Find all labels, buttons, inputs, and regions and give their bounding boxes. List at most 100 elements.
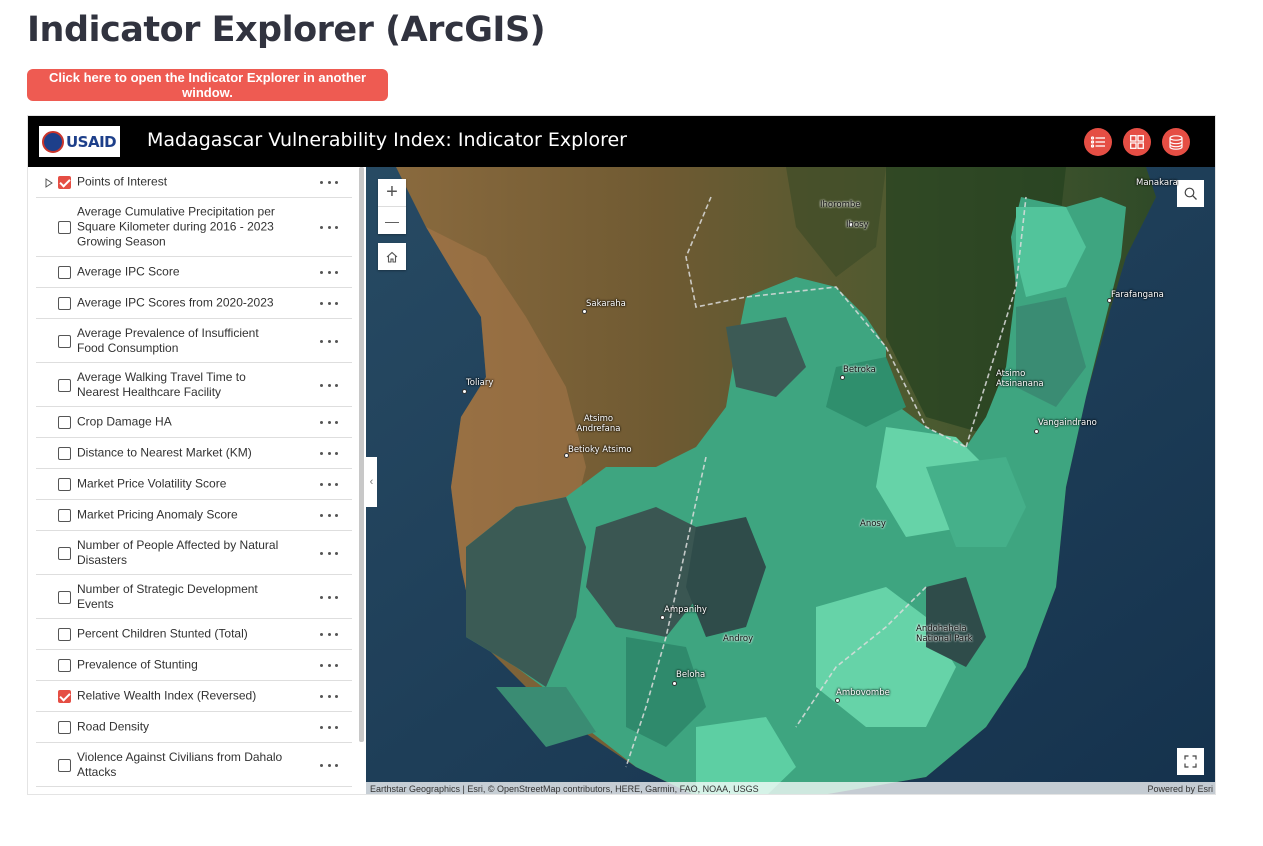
layer-options-menu-icon[interactable]	[320, 222, 338, 234]
layer-label: Average IPC Score	[77, 264, 180, 279]
powered-by-esri[interactable]: Powered by Esri	[1147, 784, 1213, 794]
search-button[interactable]	[1177, 180, 1204, 207]
layer-options-menu-icon[interactable]	[320, 298, 338, 310]
layer-row[interactable]: Road Density	[36, 712, 352, 743]
layer-list-scrollbar[interactable]	[359, 167, 364, 742]
layer-options-menu-icon[interactable]	[320, 479, 338, 491]
layer-options-menu-icon[interactable]	[320, 379, 338, 391]
page-title: Indicator Explorer (ArcGIS)	[27, 10, 546, 50]
layer-row[interactable]: Average Prevalence of Insufficient Food …	[36, 319, 352, 363]
layer-label: Crop Damage HA	[77, 414, 172, 429]
layer-row[interactable]: Prevalence of Stunting	[36, 650, 352, 681]
layer-visibility-checkbox[interactable]	[58, 176, 71, 189]
layer-visibility-checkbox[interactable]	[58, 590, 71, 604]
place-label: Betroka	[843, 365, 876, 375]
grid-icon	[1130, 135, 1144, 149]
map-imagery	[366, 167, 1215, 794]
layer-row[interactable]: Average IPC Score	[36, 257, 352, 288]
zoom-controls: + —	[378, 179, 406, 234]
layer-visibility-checkbox[interactable]	[58, 628, 71, 641]
attribution-text[interactable]: Earthstar Geographics | Esri, © OpenStre…	[370, 784, 759, 794]
layer-label: Average Prevalence of Insufficient Food …	[77, 325, 259, 355]
place-label: Beloha	[676, 670, 706, 680]
layer-list-button[interactable]	[1084, 128, 1112, 156]
layer-options-menu-icon[interactable]	[320, 177, 338, 189]
layer-visibility-checkbox[interactable]	[58, 546, 71, 560]
layer-options-menu-icon[interactable]	[320, 691, 338, 703]
layer-row[interactable]: Violence Against Civilians from Dahalo A…	[36, 743, 352, 787]
layer-options-menu-icon[interactable]	[320, 759, 338, 771]
place-label: Ambovombe	[836, 688, 890, 698]
layer-label: Number of Strategic Development Events	[77, 581, 258, 611]
layer-visibility-checkbox[interactable]	[58, 266, 71, 279]
list-icon	[1091, 136, 1105, 148]
layer-label: Market Price Volatility Score	[77, 476, 227, 491]
home-button[interactable]	[378, 243, 406, 270]
collapse-panel-button[interactable]: ‹	[366, 457, 377, 507]
arcgis-app: USAID Madagascar Vulnerability Index: In…	[27, 115, 1216, 795]
layer-row[interactable]: Number of Strategic Development Events	[36, 575, 352, 619]
layer-visibility-checkbox[interactable]	[58, 659, 71, 672]
layer-options-menu-icon[interactable]	[320, 547, 338, 559]
place-marker	[672, 681, 677, 686]
layer-options-menu-icon[interactable]	[320, 629, 338, 641]
place-label: Farafangana	[1111, 290, 1164, 300]
layer-row[interactable]: Market Price Volatility Score	[36, 469, 352, 500]
layer-label: Average Walking Travel Time to Nearest H…	[77, 369, 246, 399]
usaid-seal-icon	[42, 130, 64, 153]
layer-visibility-checkbox[interactable]	[58, 416, 71, 429]
place-label: Atsimo Andrefana	[576, 414, 621, 434]
usaid-logo: USAID	[39, 126, 120, 157]
layer-row[interactable]: Average IPC Scores from 2020-2023	[36, 288, 352, 319]
layer-row[interactable]: Points of Interest	[36, 167, 352, 198]
layer-row[interactable]: Average Cumulative Precipitation per Squ…	[36, 198, 352, 257]
expand-caret-icon[interactable]	[44, 177, 54, 188]
layer-label: Distance to Nearest Market (KM)	[77, 445, 252, 460]
layer-label: Percent Children Stunted (Total)	[77, 626, 248, 641]
layer-options-menu-icon[interactable]	[320, 591, 338, 603]
layer-visibility-checkbox[interactable]	[58, 297, 71, 310]
layer-label: Number of People Affected by Natural Dis…	[77, 537, 279, 567]
layer-visibility-checkbox[interactable]	[58, 721, 71, 734]
layer-list-panel: Points of Interest Average Cumulative Pre…	[28, 167, 365, 794]
layer-visibility-checkbox[interactable]	[58, 758, 71, 772]
map-view[interactable]: ‹ + — Manakara Ihorombe Ihosy Sakaraha F…	[366, 167, 1215, 794]
layer-visibility-checkbox[interactable]	[58, 478, 71, 491]
layer-visibility-checkbox[interactable]	[58, 509, 71, 522]
layer-options-menu-icon[interactable]	[320, 335, 338, 347]
place-label: Andohahela National Park	[916, 624, 973, 644]
fullscreen-button[interactable]	[1177, 748, 1204, 775]
data-button[interactable]	[1162, 128, 1190, 156]
layer-row[interactable]: Number of People Affected by Natural Dis…	[36, 531, 352, 575]
place-label: Ampanihy	[664, 605, 707, 615]
place-label: Androy	[723, 634, 754, 644]
basemap-gallery-button[interactable]	[1123, 128, 1151, 156]
zoom-out-button[interactable]: —	[378, 206, 406, 234]
place-label: Ihosy	[846, 220, 869, 230]
layer-visibility-checkbox[interactable]	[58, 378, 71, 392]
layer-options-menu-icon[interactable]	[320, 267, 338, 279]
layer-options-menu-icon[interactable]	[320, 417, 338, 429]
layer-options-menu-icon[interactable]	[320, 448, 338, 460]
layer-row[interactable]: Market Pricing Anomaly Score	[36, 500, 352, 531]
layer-row[interactable]: Crop Damage HA	[36, 407, 352, 438]
attribution-bar: Earthstar Geographics | Esri, © OpenStre…	[366, 782, 1215, 794]
place-label: Sakaraha	[586, 299, 626, 309]
layer-options-menu-icon[interactable]	[320, 510, 338, 522]
layer-row[interactable]: Relative Wealth Index (Reversed)	[36, 681, 352, 712]
layer-visibility-checkbox[interactable]	[58, 690, 71, 703]
layer-options-menu-icon[interactable]	[320, 660, 338, 672]
place-label: Manakara	[1136, 178, 1178, 188]
layer-row[interactable]: Percent Children Stunted (Total)	[36, 619, 352, 650]
zoom-in-button[interactable]: +	[378, 179, 406, 206]
open-in-new-window-button[interactable]: Click here to open the Indicator Explore…	[27, 69, 388, 101]
layer-row[interactable]: Distance to Nearest Market (KM)	[36, 438, 352, 469]
layer-label: Average IPC Scores from 2020-2023	[77, 295, 274, 310]
layer-visibility-checkbox[interactable]	[58, 334, 71, 348]
layer-visibility-checkbox[interactable]	[58, 447, 71, 460]
place-label: Ihorombe	[820, 200, 861, 210]
layer-visibility-checkbox[interactable]	[58, 221, 71, 234]
layer-row[interactable]: Average Walking Travel Time to Nearest H…	[36, 363, 352, 407]
layer-options-menu-icon[interactable]	[320, 722, 338, 734]
app-title: Madagascar Vulnerability Index: Indicato…	[147, 129, 627, 151]
